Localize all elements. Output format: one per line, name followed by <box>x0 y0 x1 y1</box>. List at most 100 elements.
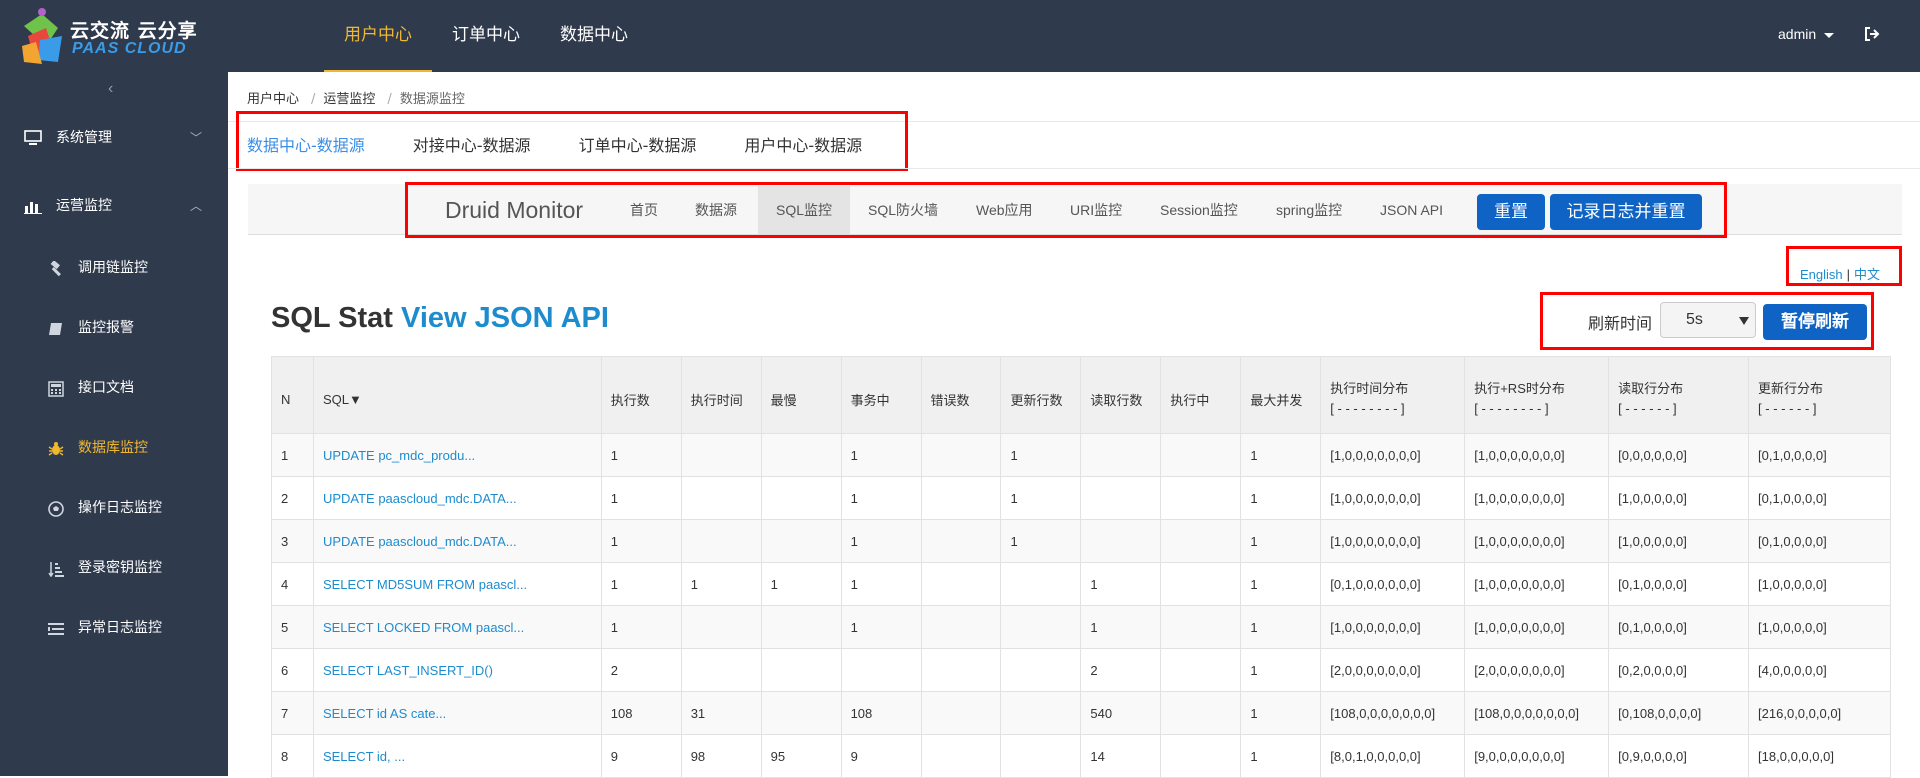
column-header[interactable]: 最大并发 <box>1240 356 1322 434</box>
table-cell <box>920 691 1002 735</box>
table-cell: [0,1,0,0,0,0] <box>1748 519 1891 563</box>
logo[interactable]: 云交流 云分享 PAAS CLOUD <box>18 4 218 68</box>
sidebar-item-trace[interactable]: 调用链监控 <box>0 248 228 288</box>
view-json-api-link[interactable]: View JSON API <box>401 302 609 334</box>
column-header-dist[interactable]: 更新行分布 [ - - - - - - ] <box>1748 356 1891 434</box>
column-header[interactable]: 读取行数 <box>1080 356 1162 434</box>
table-cell: 1 <box>1240 734 1322 778</box>
sidebar-item-db-monitor[interactable]: 数据库监控 <box>0 428 228 468</box>
sidebar-item-label: 数据库监控 <box>78 440 148 456</box>
sql-link[interactable]: UPDATE pc_mdc_produ... <box>312 433 602 477</box>
table-row: 2 UPDATE paascloud_mdc.DATA... 1 1 1 1 [1,0,0,… <box>271 476 1891 520</box>
table-cell <box>1160 476 1242 520</box>
table-cell <box>1160 734 1242 778</box>
sql-link[interactable]: SELECT id AS cate... <box>312 691 602 735</box>
sidebar-item-login-key[interactable]: 登录密钥监控 <box>0 548 228 588</box>
highlight-box-refresh <box>1540 292 1874 350</box>
table-cell: 1 <box>1000 476 1082 520</box>
sql-link[interactable]: UPDATE paascloud_mdc.DATA... <box>312 476 602 520</box>
table-cell: 2 <box>271 476 314 520</box>
sidebar: ‹ 系统管理 ﹀ 运营监控 ︿ 调用链监控 监控报警 接口文档 数据库监控 操作… <box>0 72 228 776</box>
table-row: 4 SELECT MD5SUM FROM paascl... 1 1 1 1 1 1 [0,1,… <box>271 562 1891 606</box>
table-cell: [1,0,0,0,0,0] <box>1748 605 1891 649</box>
sidebar-item-label: 调用链监控 <box>78 260 148 276</box>
highlight-box-tabs <box>236 111 908 171</box>
sql-link[interactable]: SELECT id, ... <box>312 734 602 778</box>
sidebar-item-error-log[interactable]: 异常日志监控 <box>0 608 228 648</box>
column-header-sql[interactable]: SQL▼ <box>312 356 602 434</box>
table-cell: 1 <box>1240 476 1322 520</box>
column-header[interactable]: 执行时间 <box>680 356 762 434</box>
sidebar-item-label: 监控报警 <box>78 320 134 336</box>
table-body: 1 UPDATE pc_mdc_produ... 1 1 1 1 [1,0,0,0,0,0,… <box>271 433 1891 778</box>
breadcrumb-current: 数据源监控 <box>399 92 465 107</box>
table-cell: [8,0,1,0,0,0,0,0] <box>1320 734 1466 778</box>
table-cell: [1,0,0,0,0,0,0,0] <box>1320 519 1466 563</box>
table-cell: 1 <box>600 433 682 477</box>
logo-slogan: 云交流 云分享 <box>70 20 198 42</box>
topnav-user-center[interactable]: 用户中心 <box>324 0 432 72</box>
topnav-data-center[interactable]: 数据中心 <box>540 0 648 72</box>
sql-link[interactable]: SELECT LOCKED FROM paascl... <box>312 605 602 649</box>
sql-link[interactable]: SELECT LAST_INSERT_ID() <box>312 648 602 692</box>
table-cell: 1 <box>600 605 682 649</box>
chevron-left-icon[interactable]: ‹ <box>108 80 113 98</box>
highlight-box-druid-nav <box>405 182 1727 238</box>
table-cell: [1,0,0,0,0,0,0,0] <box>1464 476 1610 520</box>
table-cell: [1,0,0,0,0,0] <box>1608 519 1750 563</box>
table-cell: [108,0,0,0,0,0,0,0] <box>1320 691 1466 735</box>
table-cell: [0,0,0,0,0,0] <box>1608 433 1750 477</box>
table-header-row: N SQL▼ 执行数 执行时间 最慢 事务中 错误数 更新行数 读取行数 执行中… <box>271 356 1891 434</box>
topnav-order-center[interactable]: 订单中心 <box>432 0 540 72</box>
table-cell: 9 <box>600 734 682 778</box>
table-cell: 1 <box>1000 433 1082 477</box>
table-cell <box>760 605 842 649</box>
column-header[interactable]: 执行中 <box>1160 356 1242 434</box>
table-cell: [0,9,0,0,0,0] <box>1608 734 1750 778</box>
table-cell: 1 <box>1240 433 1322 477</box>
table-cell <box>1000 562 1082 606</box>
column-header[interactable]: N <box>271 356 314 434</box>
column-header-dist[interactable]: 执行+RS时分布 [ - - - - - - - - ] <box>1464 356 1610 434</box>
sidebar-item-op-log[interactable]: 操作日志监控 <box>0 488 228 528</box>
sidebar-item-system[interactable]: 系统管理 ﹀ <box>0 118 228 158</box>
table-cell: 14 <box>1080 734 1162 778</box>
table-cell: 5 <box>271 605 314 649</box>
table-cell: [0,2,0,0,0,0] <box>1608 648 1750 692</box>
sql-link[interactable]: SELECT MD5SUM FROM paascl... <box>312 562 602 606</box>
user-menu[interactable]: admin <box>1778 26 1835 42</box>
table-cell: [0,1,0,0,0,0] <box>1608 562 1750 606</box>
table-row: 8 SELECT id, ... 9 98 95 9 14 1 [8,0,1,0,0,0,0,0… <box>271 734 1891 778</box>
sidebar-item-api-docs[interactable]: 接口文档 <box>0 368 228 408</box>
sidebar-item-label: 运营监控 <box>56 198 112 214</box>
column-header[interactable]: 最慢 <box>760 356 842 434</box>
sql-link[interactable]: UPDATE paascloud_mdc.DATA... <box>312 519 602 563</box>
table-cell: [0,108,0,0,0,0] <box>1608 691 1750 735</box>
column-header[interactable]: 错误数 <box>920 356 1002 434</box>
table-cell <box>1160 433 1242 477</box>
sidebar-item-operations[interactable]: 运营监控 ︿ <box>0 186 228 226</box>
table-cell <box>760 691 842 735</box>
column-header[interactable]: 执行数 <box>600 356 682 434</box>
table-cell <box>920 519 1002 563</box>
logout-icon[interactable] <box>1864 26 1880 42</box>
column-header[interactable]: 事务中 <box>840 356 922 434</box>
table-cell <box>760 476 842 520</box>
chevron-up-icon: ︿ <box>190 199 203 213</box>
breadcrumb-item[interactable]: 运营监控 <box>323 92 375 107</box>
table-cell <box>920 734 1002 778</box>
dist-sub: [ - - - - - - - - ] <box>1474 401 1549 416</box>
dist-label: 执行时间分布 <box>1330 381 1409 396</box>
table-cell: 7 <box>271 691 314 735</box>
sidebar-item-alerts[interactable]: 监控报警 <box>0 308 228 348</box>
column-header-dist[interactable]: 执行时间分布 [ - - - - - - - - ] <box>1320 356 1466 434</box>
table-cell: [1,0,0,0,0,0,0,0] <box>1464 433 1610 477</box>
breadcrumb-item[interactable]: 用户中心 <box>247 92 299 107</box>
table-cell: 1 <box>600 519 682 563</box>
table-cell: 6 <box>271 648 314 692</box>
table-cell <box>1080 476 1162 520</box>
table-cell: [1,0,0,0,0,0] <box>1608 476 1750 520</box>
table-cell <box>680 605 762 649</box>
column-header-dist[interactable]: 读取行分布 [ - - - - - - ] <box>1608 356 1750 434</box>
column-header[interactable]: 更新行数 <box>1000 356 1082 434</box>
